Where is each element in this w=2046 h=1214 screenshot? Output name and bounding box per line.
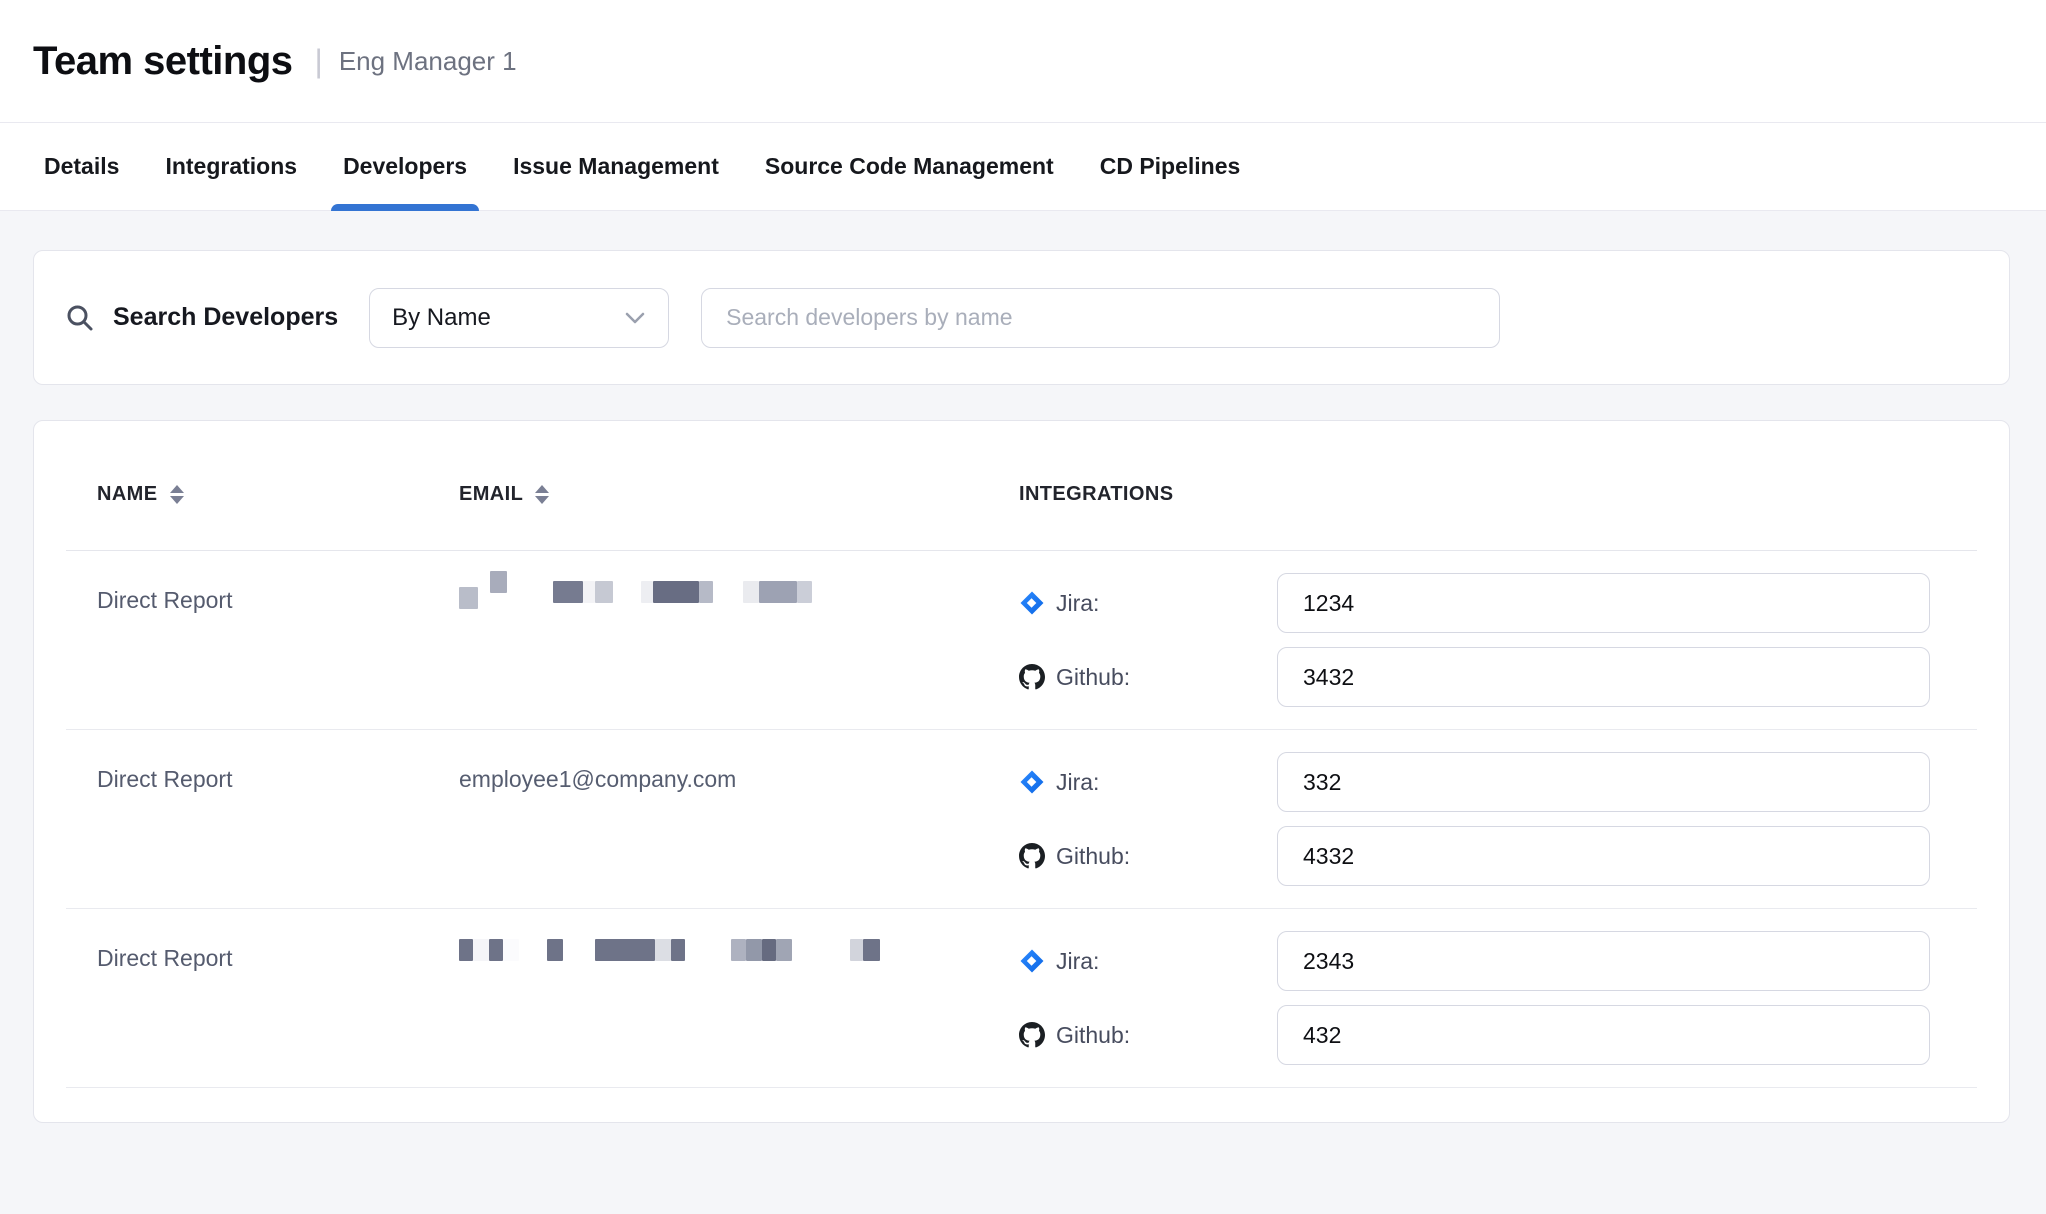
tab-source-code-management[interactable]: Source Code Management: [749, 123, 1070, 210]
jira-icon: [1019, 590, 1045, 616]
jira-integration: Jira:: [1019, 752, 1977, 812]
tab-bar: Details Integrations Developers Issue Ma…: [0, 123, 2046, 211]
jira-label: Jira:: [1056, 948, 1099, 975]
search-icon: [64, 302, 96, 334]
team-name: Eng Manager 1: [339, 46, 517, 77]
column-header-integrations: INTEGRATIONS: [1019, 483, 1977, 506]
table-row: Direct Report: [66, 551, 1977, 730]
jira-label: Jira:: [1056, 769, 1099, 796]
tab-issue-management[interactable]: Issue Management: [497, 123, 735, 210]
column-label-name: NAME: [97, 483, 158, 506]
table-row: Direct Report: [66, 909, 1977, 1088]
jira-id-input[interactable]: [1277, 573, 1930, 633]
column-label-email: EMAIL: [459, 483, 523, 506]
title-separator: |: [315, 43, 323, 80]
github-id-input[interactable]: [1277, 826, 1930, 886]
github-id-input[interactable]: [1277, 1005, 1930, 1065]
github-icon: [1019, 843, 1045, 869]
jira-integration: Jira:: [1019, 931, 1977, 991]
chevron-down-icon: [624, 311, 646, 325]
integrations-cell: Jira: Github:: [1019, 573, 1977, 707]
page-header: Team settings | Eng Manager 1: [0, 0, 2046, 123]
jira-integration: Jira:: [1019, 573, 1977, 633]
github-integration: Github:: [1019, 1005, 1977, 1065]
content-area: Search Developers By Name NAME EMAIL INT…: [0, 211, 2046, 1214]
github-icon: [1019, 1022, 1045, 1048]
developer-email-redacted: [459, 931, 1019, 1065]
developer-name: Direct Report: [97, 931, 459, 1065]
search-section: Search Developers By Name: [33, 250, 2010, 385]
column-header-email[interactable]: EMAIL: [459, 483, 1019, 506]
page-title: Team settings: [33, 39, 293, 84]
sort-icon[interactable]: [535, 485, 549, 504]
integrations-cell: Jira: Github:: [1019, 752, 1977, 886]
github-id-input[interactable]: [1277, 647, 1930, 707]
search-input[interactable]: [701, 288, 1500, 348]
developer-email-redacted: [459, 573, 1019, 707]
column-header-name[interactable]: NAME: [97, 483, 459, 506]
github-label: Github:: [1056, 843, 1130, 870]
developer-name: Direct Report: [97, 573, 459, 707]
tab-cd-pipelines[interactable]: CD Pipelines: [1084, 123, 1257, 210]
column-label-integrations: INTEGRATIONS: [1019, 483, 1173, 506]
integrations-cell: Jira: Github:: [1019, 931, 1977, 1065]
table-header-row: NAME EMAIL INTEGRATIONS: [66, 421, 1977, 551]
tab-developers[interactable]: Developers: [327, 123, 483, 210]
developer-email: employee1@company.com: [459, 752, 1019, 886]
search-label: Search Developers: [113, 303, 338, 332]
search-filter-dropdown[interactable]: By Name: [369, 288, 669, 348]
jira-id-input[interactable]: [1277, 752, 1930, 812]
developers-table: NAME EMAIL INTEGRATIONS Direct Report: [33, 420, 2010, 1123]
jira-icon: [1019, 948, 1045, 974]
jira-label: Jira:: [1056, 590, 1099, 617]
github-icon: [1019, 664, 1045, 690]
github-integration: Github:: [1019, 826, 1977, 886]
github-label: Github:: [1056, 1022, 1130, 1049]
jira-id-input[interactable]: [1277, 931, 1930, 991]
search-filter-value: By Name: [392, 304, 491, 332]
tab-integrations[interactable]: Integrations: [149, 123, 313, 210]
github-integration: Github:: [1019, 647, 1977, 707]
github-label: Github:: [1056, 664, 1130, 691]
sort-icon[interactable]: [170, 485, 184, 504]
developer-name: Direct Report: [97, 752, 459, 886]
jira-icon: [1019, 769, 1045, 795]
table-row: Direct Report employee1@company.com: [66, 730, 1977, 909]
tab-details[interactable]: Details: [28, 123, 135, 210]
